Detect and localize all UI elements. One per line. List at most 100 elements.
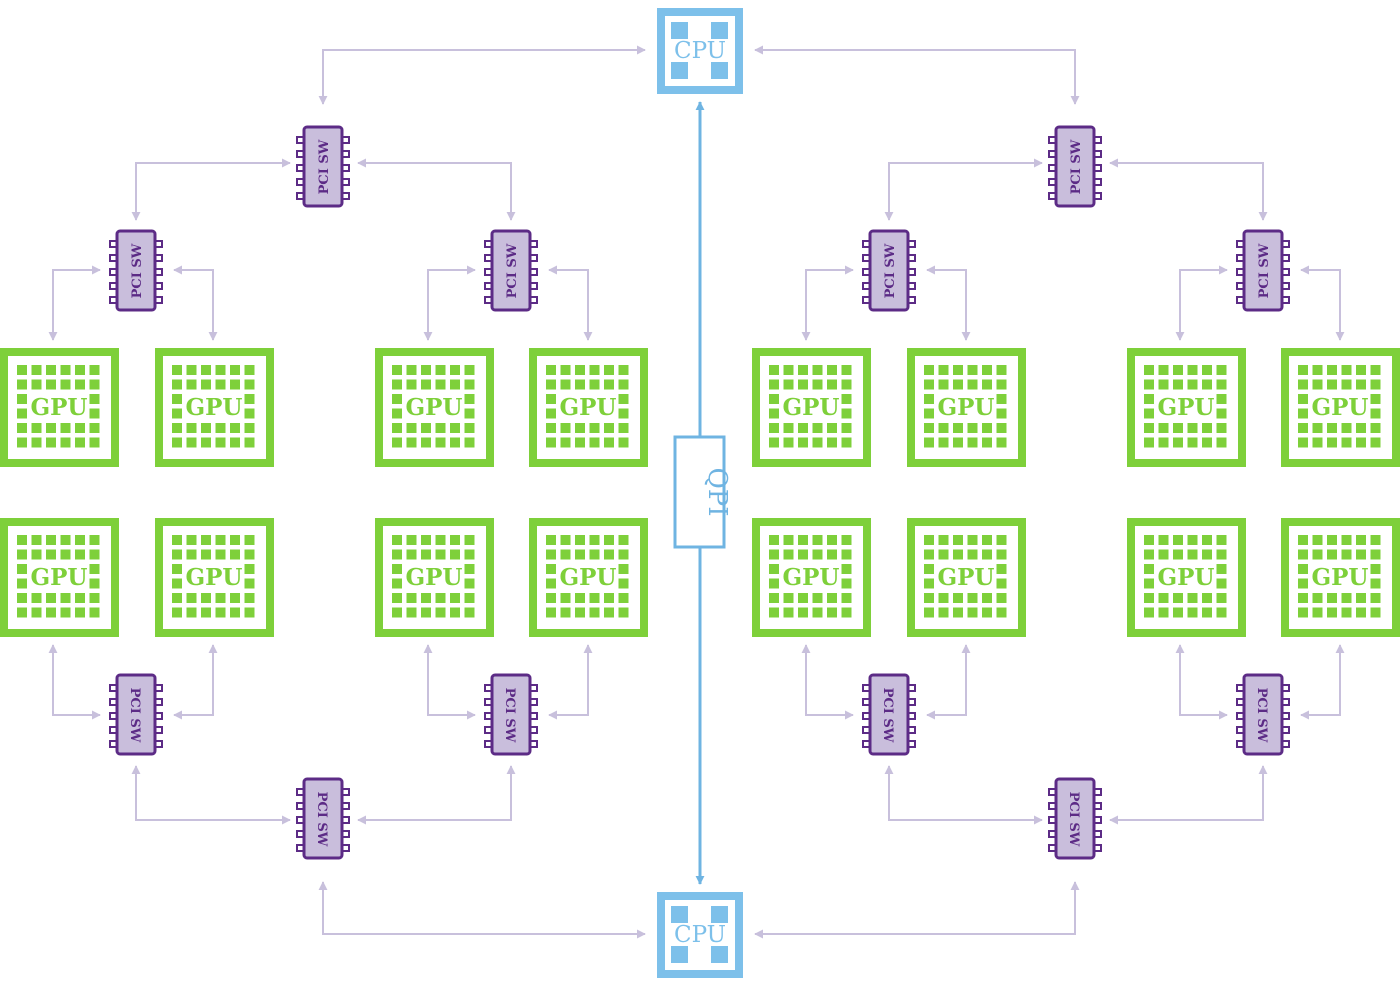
gpu-core [450,365,460,375]
gpu-core [435,607,446,618]
gpu-core [464,549,475,560]
gpu-core [172,379,182,390]
gpu-core [996,437,1007,448]
gpu-core [17,578,27,589]
gpu-core [618,379,629,390]
gpu-core [215,437,226,448]
gpu-core [1341,593,1352,603]
pci-switch-label: PCI SW [883,243,898,298]
gpu-core [1327,535,1337,545]
gpu-core [1298,379,1308,390]
gpu-core [769,535,779,545]
gpu-core [17,394,27,404]
gpu-core [967,437,978,448]
gpu-core [938,379,949,390]
gpu-core [31,423,42,433]
cpu-core [671,906,688,923]
gpu-core [421,535,431,545]
pci-link [884,765,1043,825]
gpu-core [60,437,71,448]
gpu-core [186,437,197,448]
gpu-core [464,379,475,390]
gpu-core [392,535,402,545]
gpu-core [798,549,808,560]
gpu-core [938,365,949,375]
gpu-core [783,607,794,618]
gpu-core [1187,607,1198,618]
gpu-core [798,437,808,448]
gpu-core [75,437,85,448]
gpu-label: GPU [1158,564,1215,591]
gpu-core [618,535,629,545]
gpu-core [392,423,402,433]
gpu-label: GPU [1312,394,1369,421]
gpu-core [841,549,852,560]
gpu-label: GPU [783,394,840,421]
gpu-core [1312,437,1323,448]
gpu-core [17,408,27,419]
gpu-core [421,379,431,390]
gpu-core [450,607,460,618]
pci-link [357,158,516,221]
gpu-core [924,394,934,404]
gpu-core [827,379,837,390]
gpu-core [1144,365,1154,375]
pci-link [548,265,593,341]
gpu-core [575,607,585,618]
pci-link [926,644,971,720]
gpu-core [841,607,852,618]
gpu-core [1298,564,1308,574]
gpu-core [812,437,823,448]
gpu-core [953,535,963,545]
gpu-core [1144,379,1154,390]
gpu-core [1298,437,1308,448]
gpu-core [1173,423,1183,433]
gpu-core [1341,437,1352,448]
gpu-core [1187,365,1198,375]
gpu-core [392,379,402,390]
gpu-core [17,549,27,560]
gpu-core [46,423,56,433]
gpu-core [996,607,1007,618]
gpu-core [60,379,71,390]
pci-link [1109,158,1268,221]
gpu-core [1341,423,1352,433]
pci-link [423,644,476,720]
gpu-core [589,593,600,603]
gpu: GPU [529,518,648,637]
gpu-core [967,423,978,433]
gpu-core [46,549,56,560]
gpu-core [392,549,402,560]
gpu-core [230,593,240,603]
gpu-core [1356,365,1366,375]
gpu-core [546,423,556,433]
gpu-core [982,607,992,618]
gpu-core [953,437,963,448]
gpu-core [769,564,779,574]
gpu-core [450,535,460,545]
gpu-core [421,423,431,433]
gpu-core [560,423,571,433]
pci-switch: PCI SW [109,229,163,312]
gpu-core [1356,379,1366,390]
gpu-core [1173,535,1183,545]
gpu-core [938,423,949,433]
gpu-core [1144,607,1154,618]
gpu-core [604,423,614,433]
gpu-core [938,535,949,545]
gpu-core [1298,408,1308,419]
gpu-core [924,535,934,545]
gpu-core [575,365,585,375]
gpu-core [827,437,837,448]
cpu: CPU [657,8,743,94]
gpu-core [841,379,852,390]
gpu-core [60,593,71,603]
gpu-core [1173,379,1183,390]
gpu-core [1158,535,1169,545]
gpu-core [841,535,852,545]
gpu-core [546,379,556,390]
gpu-core [783,379,794,390]
gpu-core [1298,365,1308,375]
pci-link [423,265,476,341]
gpu-core [230,365,240,375]
